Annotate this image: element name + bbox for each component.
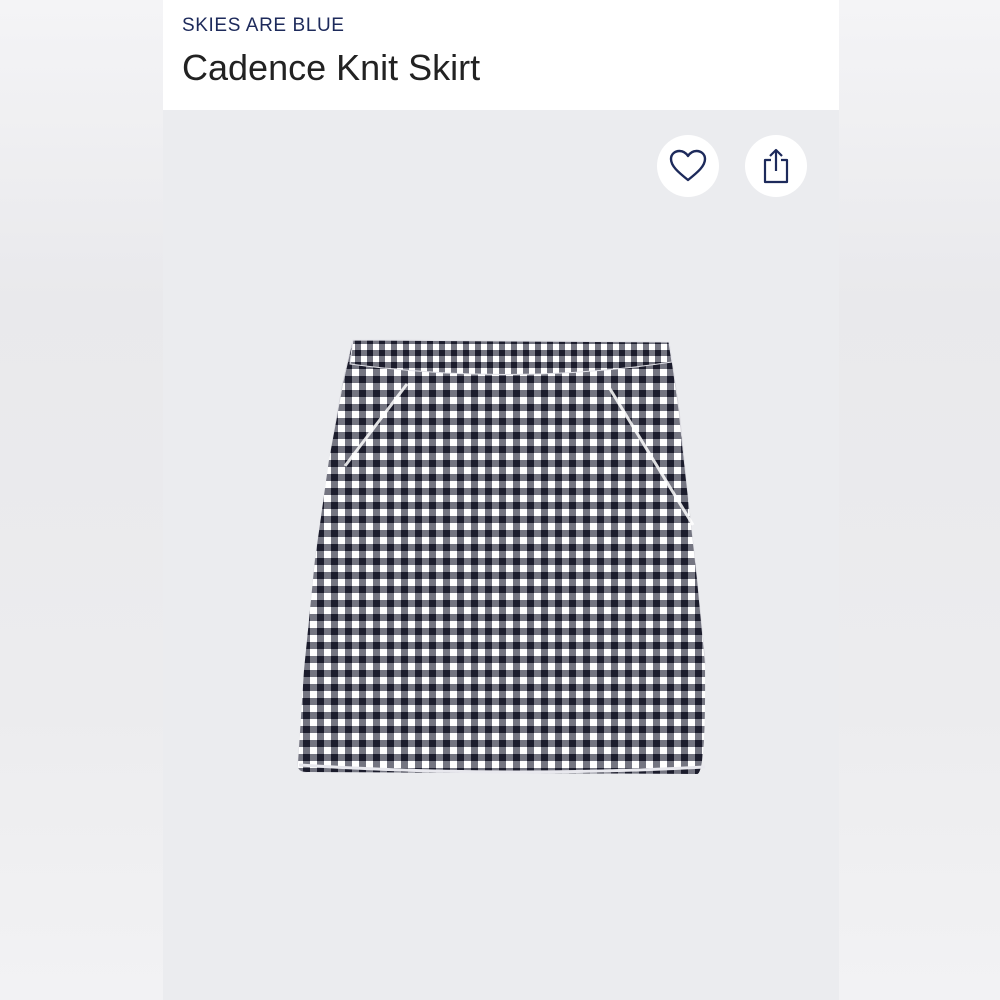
product-image [297, 339, 706, 774]
product-screen: SKIES ARE BLUE Cadence Knit Skirt [163, 0, 839, 1000]
left-backdrop [0, 0, 163, 1000]
skirt-shape [297, 340, 706, 774]
brand-name[interactable]: SKIES ARE BLUE [182, 15, 345, 37]
heart-icon [669, 149, 707, 182]
right-backdrop [839, 0, 1000, 1000]
favorite-button[interactable] [657, 135, 719, 197]
share-button[interactable] [745, 135, 807, 197]
product-title: Cadence Knit Skirt [182, 47, 481, 88]
share-icon [763, 148, 789, 184]
product-header: SKIES ARE BLUE Cadence Knit Skirt [163, 0, 839, 110]
product-image-area[interactable] [163, 110, 839, 1000]
